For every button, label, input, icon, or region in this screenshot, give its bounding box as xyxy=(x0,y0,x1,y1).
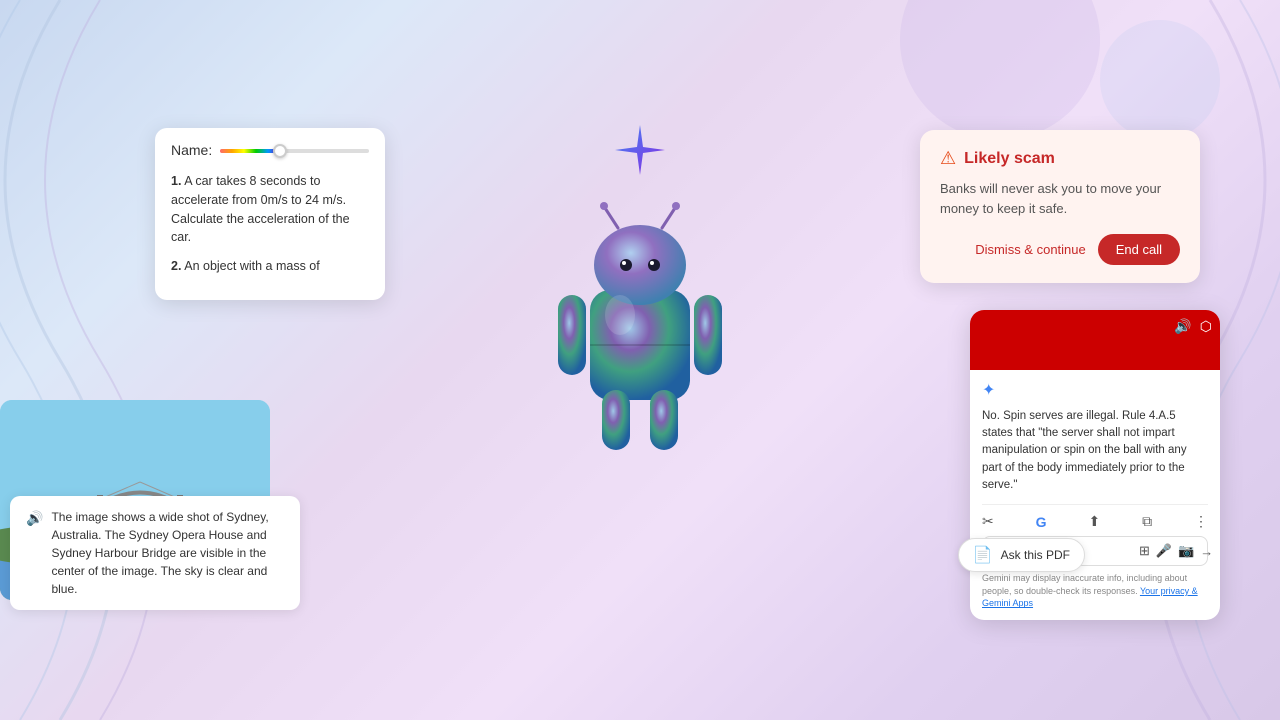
camera-icon[interactable]: 📷 xyxy=(1178,543,1194,559)
pdf-icon: 📄 xyxy=(973,545,993,565)
quiz-item-2-num: 2. xyxy=(171,259,181,273)
sydney-caption-box: 🔊 The image shows a wide shot of Sydney,… xyxy=(10,496,300,610)
gemini-logo-icon: ✦ xyxy=(982,380,995,400)
quiz-slider-thumb xyxy=(273,144,287,158)
ask-pdf-label: Ask this PDF xyxy=(1001,548,1070,562)
external-link-icon[interactable]: ⬡ xyxy=(1200,318,1212,335)
gemini-header: 🔊 ⬡ xyxy=(970,310,1220,370)
scam-actions: Dismiss & continue End call xyxy=(940,234,1180,265)
scam-title: Likely scam xyxy=(964,150,1055,168)
quiz-item-2: 2. An object with a mass of xyxy=(171,257,369,276)
quiz-slider-fill xyxy=(220,149,280,153)
quiz-item-1-text: A car takes 8 seconds to accelerate from… xyxy=(171,174,350,244)
android-container xyxy=(540,120,740,470)
sydney-caption-text: The image shows a wide shot of Sydney, A… xyxy=(51,508,284,598)
gemini-header-icons: 🔊 ⬡ xyxy=(1174,318,1212,335)
quiz-item-2-text: An object with a mass of xyxy=(184,259,319,273)
quiz-name-label: Name: xyxy=(171,142,212,158)
gemini-panel: 🔊 ⬡ ✦ No. Spin serves are illegal. Rule … xyxy=(970,310,1220,620)
quiz-card: Name: 1. A car takes 8 seconds to accele… xyxy=(155,128,385,300)
volume-icon[interactable]: 🔊 xyxy=(1174,318,1191,335)
gemini-top-row: ✦ xyxy=(982,380,1208,400)
scissors-icon[interactable]: ✂ xyxy=(982,513,994,530)
quiz-item-1-num: 1. xyxy=(171,174,181,188)
gemini-star-icon xyxy=(610,120,670,180)
share-icon[interactable]: ⬆ xyxy=(1088,513,1100,530)
copy-icon[interactable]: ⧉ xyxy=(1142,513,1152,530)
screenshot-icon[interactable]: ⊞ xyxy=(1139,543,1150,559)
gemini-disclaimer: Gemini may display inaccurate info, incl… xyxy=(982,572,1208,610)
sydney-card: 🔊 The image shows a wide shot of Sydney,… xyxy=(0,400,490,600)
more-options-icon[interactable]: ⋮ xyxy=(1194,513,1208,530)
gemini-toolbar: ✂ G ⬆ ⧉ ⋮ xyxy=(982,504,1208,530)
speaker-icon: 🔊 xyxy=(26,510,43,527)
scam-card: ⚠ Likely scam Banks will never ask you t… xyxy=(920,130,1200,283)
gemini-input-icons: ⊞ 🎤 📷 → xyxy=(1139,543,1213,559)
scam-title-row: ⚠ Likely scam xyxy=(940,148,1180,169)
ask-pdf-button[interactable]: 📄 Ask this PDF xyxy=(958,538,1085,572)
quiz-slider[interactable] xyxy=(220,149,369,153)
quiz-name-row: Name: xyxy=(171,142,369,158)
android-mascot xyxy=(540,190,740,470)
mic-icon[interactable]: 🎤 xyxy=(1156,543,1172,559)
send-icon[interactable]: → xyxy=(1200,544,1213,559)
end-call-button[interactable]: End call xyxy=(1098,234,1180,265)
google-g-icon[interactable]: G xyxy=(1036,514,1047,530)
quiz-item-1: 1. A car takes 8 seconds to accelerate f… xyxy=(171,172,369,247)
dismiss-continue-button[interactable]: Dismiss & continue xyxy=(975,242,1086,257)
warning-icon: ⚠ xyxy=(940,148,956,169)
scam-body: Banks will never ask you to move your mo… xyxy=(940,179,1180,218)
gemini-body: ✦ No. Spin serves are illegal. Rule 4.A.… xyxy=(970,370,1220,620)
gemini-response-text: No. Spin serves are illegal. Rule 4.A.5 … xyxy=(982,408,1208,494)
